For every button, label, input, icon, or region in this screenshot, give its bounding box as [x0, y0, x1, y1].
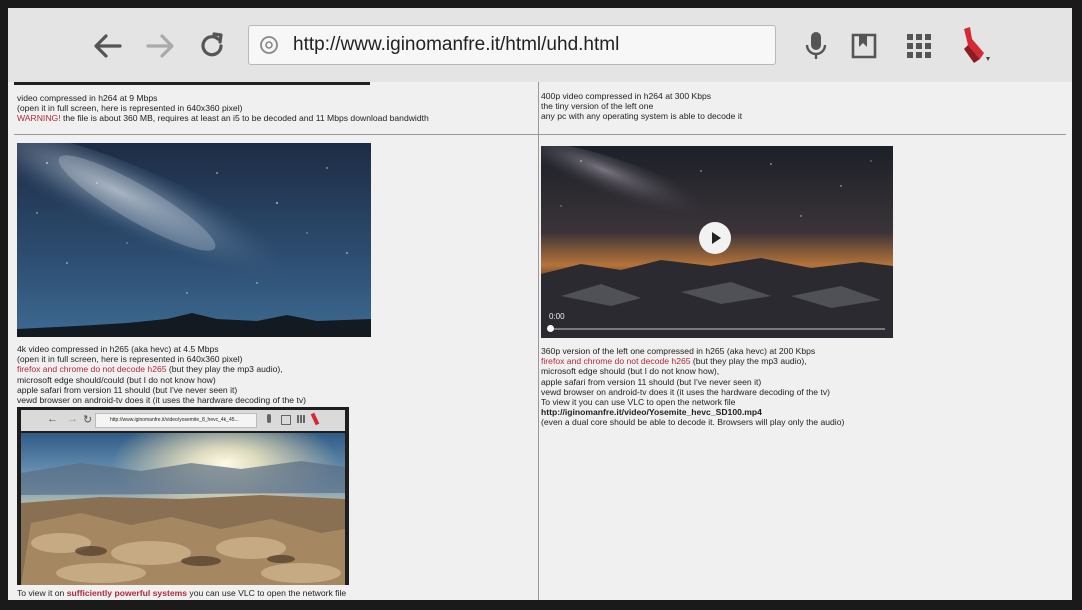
inner-arrow-left-icon: ←	[47, 413, 58, 425]
left-bottom-description: To view it on sufficiently powerful syst…	[17, 588, 346, 598]
highlight-text: sufficiently powerful systems	[66, 588, 188, 598]
arrow-left-icon[interactable]	[90, 28, 126, 64]
text-span: (but they play the mp3 audio),	[166, 364, 283, 375]
video-player[interactable]: 0:00	[541, 146, 893, 338]
text-line: microsoft edge should/could (but I do no…	[17, 374, 216, 385]
inner-apps-icon	[297, 415, 305, 423]
text-line: To view it you can use VLC to open the n…	[541, 397, 736, 408]
address-bar[interactable]: http://www.iginomanfre.it/html/uhd.html	[248, 25, 776, 65]
text-line: the tiny version of the left one	[541, 101, 654, 112]
warning-line: WARNING! the file is about 360 MB, requi…	[17, 113, 429, 123]
right-mid-description: 360p version of the left one compressed …	[541, 346, 844, 428]
inner-reload-icon: ↻	[83, 414, 93, 426]
arrow-right-icon[interactable]	[142, 28, 178, 64]
seek-bar[interactable]	[549, 328, 885, 330]
text-span: To view it on	[17, 588, 67, 598]
network-file-link[interactable]: http://iginomanfre.it/video/Yosemite_hev…	[541, 407, 844, 417]
text-line: 4k video compressed in h265 (aka hevc) a…	[17, 344, 219, 354]
inner-address-bar: http://www.iginomanfre.it/video/yosemite…	[95, 413, 257, 428]
text-span: (but they play the mp3 audio),	[690, 356, 807, 367]
warning-text: the file is about 360 MB, requires at le…	[60, 113, 429, 124]
left-column: video compressed in h264 at 9 Mbps (open…	[14, 82, 538, 600]
text-span: you can use VLC to open the network file	[187, 588, 347, 598]
right-top-description: 400p video compressed in h264 at 300 Kbp…	[541, 91, 742, 122]
text-line: 400p video compressed in h264 at 300 Kbp…	[541, 91, 712, 101]
browser-toolbar: http://www.iginomanfre.it/html/uhd.html	[8, 8, 1072, 82]
hevc-4k-screenshot[interactable]: ← → ↻ http://www.iginomanfre.it/video/yo…	[17, 407, 349, 585]
warning-label: WARNING!	[17, 113, 61, 124]
inner-url: http://www.iginomanfre.it/video/yosemite…	[110, 417, 239, 423]
inner-arrow-right-icon: →	[67, 413, 78, 425]
text-line: any pc with any operating system is able…	[541, 111, 743, 122]
page-content: video compressed in h264 at 9 Mbps (open…	[8, 82, 1072, 600]
text-line: apple safari from version 11 should (but…	[541, 376, 762, 387]
text-line: 360p version of the left one compressed …	[541, 346, 816, 356]
reload-icon[interactable]	[194, 28, 230, 64]
tv-screen: http://www.iginomanfre.it/html/uhd.html	[8, 8, 1072, 600]
text-line: To view it on sufficiently powerful syst…	[17, 588, 346, 598]
play-button[interactable]	[699, 222, 731, 254]
apps-grid-icon[interactable]	[901, 28, 937, 64]
play-icon	[712, 232, 721, 244]
warning-text: firefox and chrome do not decode h265	[541, 356, 691, 367]
right-column: 400p video compressed in h264 at 300 Kbp…	[538, 82, 1066, 600]
inner-browser-toolbar: ← → ↻ http://www.iginomanfre.it/video/yo…	[21, 410, 345, 431]
text-line: vewd browser on android-tv does it (it u…	[541, 386, 830, 397]
seek-handle[interactable]	[547, 325, 554, 332]
text-line: (open it in full screen, here is represe…	[17, 103, 243, 114]
text-line: vewd browser on android-tv does it (it u…	[17, 395, 306, 406]
bookmark-icon[interactable]	[846, 28, 882, 64]
inner-brand-icon	[310, 412, 320, 426]
microphone-icon[interactable]	[798, 28, 834, 64]
text-line: (even a dual core should be able to deco…	[541, 417, 845, 428]
player-time: 0:00	[549, 312, 565, 321]
text-line: apple safari from version 11 should (but…	[17, 384, 238, 395]
inner-microphone-icon	[267, 414, 271, 423]
left-top-description: video compressed in h264 at 9 Mbps (open…	[17, 93, 429, 124]
brand-logo-icon[interactable]	[954, 24, 994, 66]
text-line: microsoft edge should (but I do not know…	[541, 366, 720, 377]
text-line: firefox and chrome do not decode h265 (b…	[541, 356, 844, 366]
globe-icon	[259, 35, 279, 55]
text-line: video compressed in h264 at 9 Mbps	[17, 93, 158, 103]
text-line: (open it in full screen, here is represe…	[17, 354, 243, 365]
address-bar-url[interactable]: http://www.iginomanfre.it/html/uhd.html	[293, 34, 619, 56]
warning-text: firefox and chrome do not decode h265	[17, 364, 167, 375]
loading-bar	[14, 82, 370, 85]
inner-bookmark-icon	[281, 415, 291, 425]
left-mid-description: 4k video compressed in h265 (aka hevc) a…	[17, 344, 306, 405]
text-line: firefox and chrome do not decode h265 (b…	[17, 364, 306, 374]
milky-way-video-thumbnail[interactable]	[17, 143, 371, 337]
